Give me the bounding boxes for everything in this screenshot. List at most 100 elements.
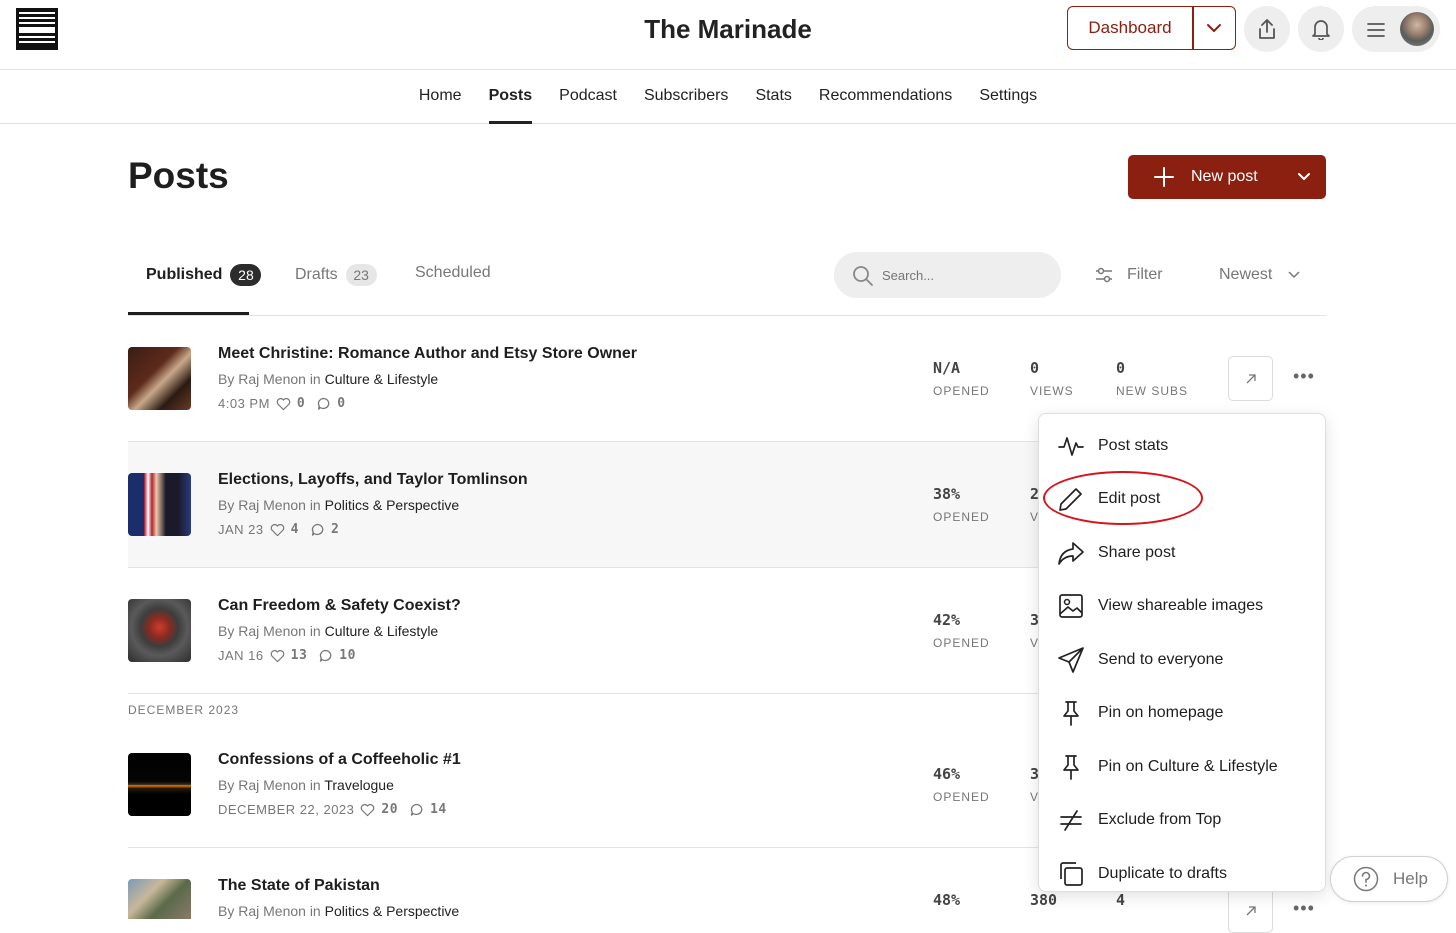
menu-item-pin-on-category[interactable]: Pin on Culture & Lifestyle [1039, 741, 1325, 793]
post-title[interactable]: Meet Christine: Romance Author and Etsy … [218, 345, 637, 363]
help-button[interactable]: Help [1330, 856, 1448, 902]
activity-icon [1058, 437, 1084, 456]
post-thumbnail [128, 753, 191, 816]
tab-label: Published [146, 266, 223, 283]
filter-button[interactable]: Filter [1095, 266, 1163, 284]
search-input[interactable] [882, 264, 1042, 286]
nav-home[interactable]: Home [419, 70, 462, 124]
share-upload-button[interactable] [1244, 6, 1290, 52]
chevron-down-icon[interactable] [1194, 7, 1236, 49]
comment-icon [320, 649, 332, 662]
comment-icon [410, 803, 423, 816]
post-category[interactable]: Politics & Perspective [325, 903, 460, 919]
pin-icon [1063, 701, 1079, 726]
post-byline: By Raj Menon in Politics & Perspective [218, 497, 459, 513]
post-byline: By Raj Menon in Politics & Perspective [218, 903, 459, 919]
tab-label: Scheduled [415, 264, 491, 281]
send-icon [1058, 647, 1084, 673]
opened-label: OPENED [933, 384, 990, 398]
post-meta: 4:03 PM 0 0 [218, 396, 352, 411]
opened-rate: 42% [933, 611, 961, 629]
tab-drafts[interactable]: Drafts 23 [295, 264, 377, 286]
menu-label: Pin on homepage [1098, 704, 1224, 721]
post-category[interactable]: Culture & Lifestyle [325, 371, 439, 387]
share-arrow-icon [1058, 542, 1084, 565]
nav-recommendations[interactable]: Recommendations [819, 70, 952, 124]
post-category[interactable]: Culture & Lifestyle [325, 623, 439, 639]
sort-dropdown[interactable]: Newest [1219, 266, 1300, 284]
menu-item-view-shareable-images[interactable]: View shareable images [1039, 580, 1325, 632]
menu-item-exclude-from-top[interactable]: Exclude from Top [1039, 794, 1325, 846]
byline-prefix: By Raj Menon in [218, 777, 325, 793]
nav-stats[interactable]: Stats [755, 70, 791, 124]
opened-rate: 48% [933, 891, 961, 909]
heart-icon [270, 523, 284, 536]
post-meta: DECEMBER 22, 2023 20 14 [218, 802, 453, 817]
account-menu-button[interactable] [1352, 6, 1440, 52]
plus-icon [1154, 167, 1174, 187]
views-count: 0 [1030, 359, 1040, 377]
active-tab-underline [128, 312, 249, 315]
comment-count: 0 [337, 396, 346, 411]
post-date: 4:03 PM [218, 396, 270, 411]
search-field[interactable] [834, 252, 1061, 298]
menu-label: Duplicate to drafts [1098, 865, 1227, 882]
month-section-header: DECEMBER 2023 [128, 703, 240, 717]
post-title[interactable]: The State of Pakistan [218, 877, 380, 895]
opened-rate: 38% [933, 485, 961, 503]
byline-prefix: By Raj Menon in [218, 497, 325, 513]
post-category[interactable]: Politics & Perspective [325, 497, 460, 513]
menu-label: Share post [1098, 544, 1176, 561]
tab-scheduled[interactable]: Scheduled [415, 264, 491, 282]
notifications-button[interactable] [1298, 6, 1344, 52]
more-options-icon[interactable]: ••• [1293, 366, 1315, 387]
count-badge: 28 [230, 264, 262, 286]
more-options-icon[interactable]: ••• [1293, 898, 1315, 919]
post-title[interactable]: Can Freedom & Safety Coexist? [218, 597, 461, 615]
new-post-button[interactable]: New post [1128, 155, 1326, 199]
avatar [1400, 12, 1434, 46]
menu-item-duplicate-to-drafts[interactable]: Duplicate to drafts [1039, 848, 1325, 891]
dashboard-button[interactable]: Dashboard [1067, 6, 1236, 50]
chevron-down-icon[interactable] [1296, 169, 1312, 185]
menu-label: Send to everyone [1098, 651, 1224, 668]
open-post-button[interactable] [1228, 356, 1273, 401]
byline-prefix: By Raj Menon in [218, 371, 325, 387]
highlight-circle-annotation [1043, 471, 1203, 525]
nav-podcast[interactable]: Podcast [559, 70, 617, 124]
nav-posts[interactable]: Posts [488, 70, 532, 124]
menu-item-send-to-everyone[interactable]: Send to everyone [1039, 634, 1325, 686]
opened-label: OPENED [933, 790, 990, 804]
new-subs-count: 0 [1116, 359, 1126, 377]
dashboard-label[interactable]: Dashboard [1068, 7, 1192, 49]
post-thumbnail [128, 599, 191, 662]
menu-label: Pin on Culture & Lifestyle [1098, 758, 1278, 775]
bell-icon [1312, 20, 1330, 40]
chevron-down-icon [1288, 271, 1300, 279]
image-icon [1059, 594, 1083, 618]
opened-label: OPENED [933, 510, 990, 524]
menu-item-pin-on-homepage[interactable]: Pin on homepage [1039, 687, 1325, 739]
post-thumbnail [128, 347, 191, 410]
post-title[interactable]: Confessions of a Coffeeholic #1 [218, 751, 461, 769]
post-thumbnail [128, 473, 191, 536]
duplicate-icon [1060, 862, 1083, 886]
tab-published[interactable]: Published 28 [146, 264, 262, 286]
opened-label: OPENED [933, 636, 990, 650]
publication-name[interactable]: The Marinade [0, 14, 1456, 45]
new-subs-label: NEW SUBS [1116, 384, 1189, 398]
menu-item-post-stats[interactable]: Post stats [1039, 420, 1325, 472]
open-post-button[interactable] [1228, 888, 1273, 933]
nav-settings[interactable]: Settings [979, 70, 1037, 124]
primary-nav: Home Posts Podcast Subscribers Stats Rec… [0, 70, 1456, 124]
menu-item-share-post[interactable]: Share post [1039, 527, 1325, 579]
post-title[interactable]: Elections, Layoffs, and Taylor Tomlinson [218, 471, 528, 489]
search-icon [853, 266, 873, 286]
post-category[interactable]: Travelogue [324, 777, 394, 793]
nav-subscribers[interactable]: Subscribers [644, 70, 728, 124]
like-count: 4 [290, 522, 299, 537]
external-arrow-icon [1246, 905, 1256, 915]
sliders-icon [1096, 267, 1112, 283]
opened-rate: 46% [933, 765, 961, 783]
like-count: 20 [381, 802, 399, 817]
